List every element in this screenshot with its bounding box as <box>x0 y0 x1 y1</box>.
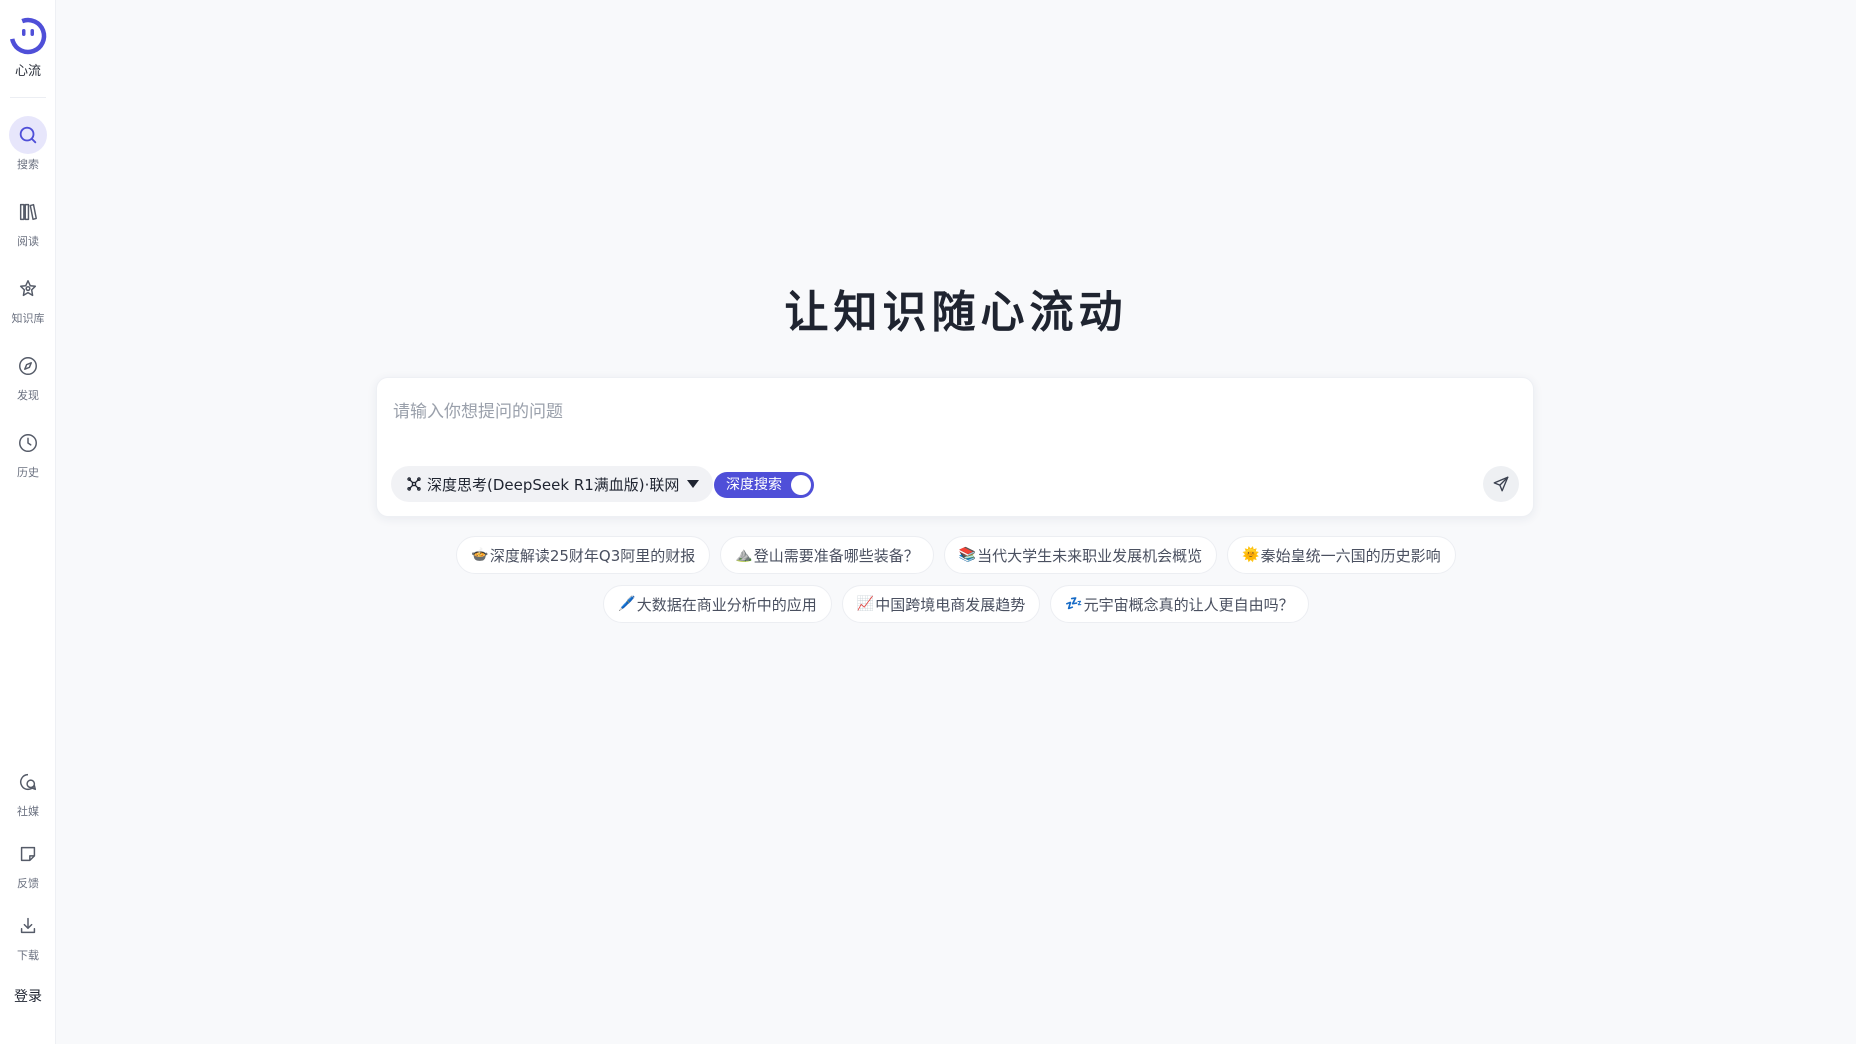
suggestion-chip[interactable]: 🍲 深度解读25财年Q3阿里的财报 <box>456 536 711 574</box>
sidebar: 心流 搜索 阅读 知识库 发现 历史 社媒 反馈 下载 登录 <box>0 0 56 1044</box>
suggestion-text: 登山需要准备哪些装备？ <box>753 546 919 565</box>
main-content: 让知识随心流动 深度思考(DeepSeek R1满血版)·联网 深度搜索 🍲 <box>56 0 1856 1044</box>
suggestion-emoji: ⛰️ <box>735 547 753 563</box>
model-select-dropdown[interactable]: 深度思考(DeepSeek R1满血版)·联网 <box>391 466 714 502</box>
suggestion-text: 当代大学生未来职业发展机会概览 <box>977 546 1203 565</box>
sidebar-item-download[interactable]: 下载 <box>0 907 56 963</box>
sidebar-item-label: 知识库 <box>11 312 45 325</box>
suggestion-text: 秦始皇统一六国的历史影响 <box>1260 546 1441 565</box>
suggestion-chip[interactable]: 📚 当代大学生未来职业发展机会概览 <box>943 536 1218 574</box>
search-input[interactable] <box>391 392 1511 432</box>
compass-icon <box>9 347 47 385</box>
clock-icon <box>9 424 47 462</box>
logo-icon <box>9 17 47 55</box>
sidebar-item-knowledge[interactable]: 知识库 <box>0 270 56 326</box>
sidebar-item-history[interactable]: 历史 <box>0 424 56 480</box>
model-icon <box>407 477 421 491</box>
suggestion-text: 元宇宙概念真的让人更自由吗？ <box>1083 595 1294 614</box>
sidebar-item-social[interactable]: 社媒 <box>0 763 56 819</box>
feedback-icon <box>9 835 47 873</box>
sidebar-item-label: 社媒 <box>17 805 39 818</box>
suggestion-emoji: 📚 <box>958 547 977 563</box>
suggestion-chip[interactable]: 💤 元宇宙概念真的让人更自由吗？ <box>1050 585 1309 623</box>
suggestion-text: 深度解读25财年Q3阿里的财报 <box>489 546 696 565</box>
toggle-knob <box>791 475 811 495</box>
sidebar-item-label: 发现 <box>17 389 39 402</box>
page-title: 让知识随心流动 <box>784 287 1128 338</box>
search-icon <box>9 116 47 154</box>
logo[interactable]: 心流 <box>0 16 56 79</box>
suggestion-list: 🍲 深度解读25财年Q3阿里的财报 ⛰️ 登山需要准备哪些装备？ 📚 当代大学生… <box>56 536 1856 634</box>
login-button[interactable]: 登录 <box>0 986 56 1006</box>
suggestion-text: 大数据在商业分析中的应用 <box>636 595 817 614</box>
sidebar-item-label: 反馈 <box>17 877 39 890</box>
send-icon <box>1493 476 1509 492</box>
sidebar-divider <box>10 97 46 98</box>
chat-icon <box>9 763 47 801</box>
suggestion-emoji: 🖊️ <box>618 596 636 612</box>
download-icon <box>9 907 47 945</box>
suggestion-emoji: 📈 <box>856 596 875 612</box>
suggestion-emoji: 💤 <box>1065 596 1083 612</box>
sidebar-item-label: 历史 <box>17 466 39 479</box>
suggestion-chip[interactable]: ⛰️ 登山需要准备哪些装备？ <box>720 536 934 574</box>
suggestion-emoji: 🍲 <box>471 547 489 563</box>
knowledge-icon <box>9 270 47 308</box>
search-box: 深度思考(DeepSeek R1满血版)·联网 深度搜索 <box>376 377 1534 517</box>
sidebar-item-label: 搜索 <box>17 158 39 171</box>
send-button[interactable] <box>1483 466 1519 502</box>
book-icon <box>9 193 47 231</box>
sidebar-item-read[interactable]: 阅读 <box>0 193 56 249</box>
suggestion-row: 🖊️ 大数据在商业分析中的应用 📈 中国跨境电商发展趋势 💤 元宇宙概念真的让人… <box>56 585 1856 623</box>
model-select-label: 深度思考(DeepSeek R1满血版)·联网 <box>427 475 680 494</box>
suggestion-chip[interactable]: 🖊️ 大数据在商业分析中的应用 <box>603 585 832 623</box>
sidebar-item-label: 下载 <box>17 949 39 962</box>
suggestion-chip[interactable]: 🌞 秦始皇统一六国的历史影响 <box>1227 536 1456 574</box>
suggestion-row: 🍲 深度解读25财年Q3阿里的财报 ⛰️ 登山需要准备哪些装备？ 📚 当代大学生… <box>56 536 1856 574</box>
suggestion-emoji: 🌞 <box>1242 547 1260 563</box>
brand-name: 心流 <box>14 64 41 79</box>
sidebar-item-feedback[interactable]: 反馈 <box>0 835 56 891</box>
caret-down-icon <box>687 480 700 488</box>
sidebar-item-label: 阅读 <box>17 235 39 248</box>
sidebar-item-discover[interactable]: 发现 <box>0 347 56 403</box>
suggestion-text: 中国跨境电商发展趋势 <box>875 595 1026 614</box>
deep-search-toggle[interactable]: 深度搜索 <box>714 472 814 498</box>
deep-search-label: 深度搜索 <box>726 477 782 493</box>
sidebar-item-search[interactable]: 搜索 <box>0 116 56 172</box>
suggestion-chip[interactable]: 📈 中国跨境电商发展趋势 <box>841 585 1041 623</box>
